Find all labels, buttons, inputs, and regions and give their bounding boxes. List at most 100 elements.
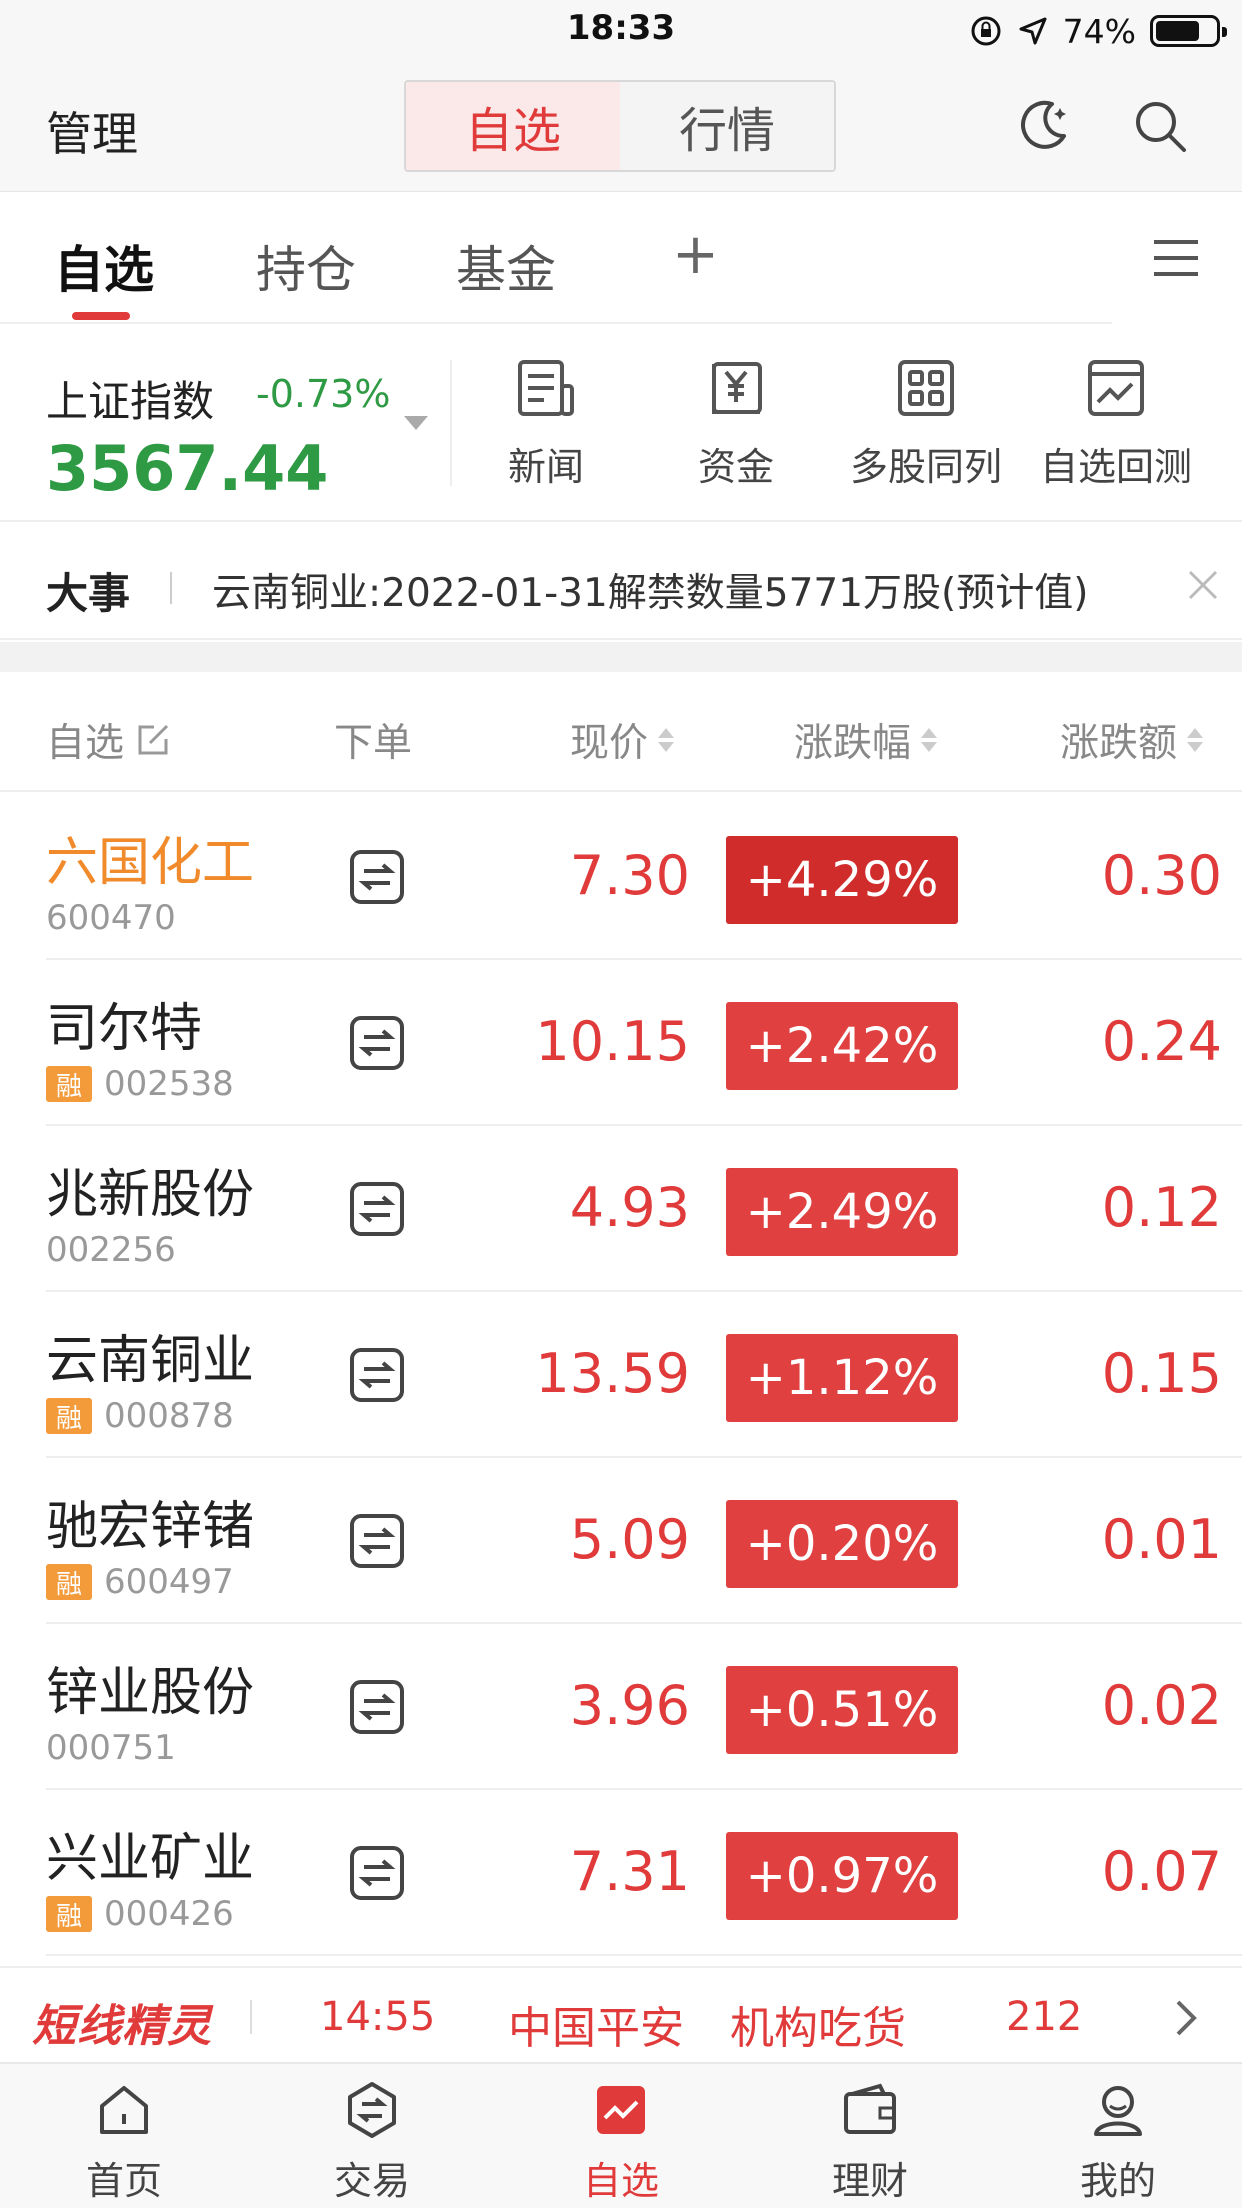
stock-code: 000751 [46, 1728, 176, 1768]
change-pct-badge[interactable]: +1.12% [726, 1334, 958, 1422]
home-icon [100, 2086, 148, 2134]
nav-wealth[interactable]: 理财 [770, 2080, 970, 2205]
table-row[interactable]: 兆新股份 002256 4.93 +2.49% 0.12 [0, 1126, 1242, 1292]
table-row[interactable]: 云南铜业 融 000878 13.59 +1.12% 0.15 [0, 1292, 1242, 1458]
order-icon[interactable] [348, 1346, 406, 1404]
change-pct-badge[interactable]: +2.42% [726, 1002, 958, 1090]
table-row[interactable]: 六国化工 600470 7.30 +4.29% 0.30 [0, 794, 1242, 960]
status-bar: 18:33 74% [0, 0, 1242, 62]
user-icon [1094, 2086, 1142, 2136]
change-amount: 0.15 [1101, 1342, 1222, 1405]
manage-button[interactable]: 管理 [46, 98, 138, 164]
order-icon[interactable] [348, 1512, 406, 1570]
ticker-action: 机构吃货 [730, 2003, 906, 2054]
stock-code: 002538 [104, 1064, 234, 1104]
change-pct-badge[interactable]: +2.49% [726, 1168, 958, 1256]
seg-watchlist[interactable]: 自选 [406, 82, 622, 170]
stock-price: 7.31 [569, 1840, 690, 1903]
menu-icon[interactable] [1152, 236, 1200, 280]
change-pct-badge[interactable]: +4.29% [726, 836, 958, 924]
events-bar[interactable]: 大事 云南铜业:2022-01-31解禁数量5771万股(预计值) [0, 524, 1242, 640]
row-divider [46, 1954, 1242, 1956]
nav-mine[interactable]: 我的 [1018, 2080, 1218, 2205]
stock-code-wrap: 600470 [46, 898, 176, 938]
close-icon[interactable] [1186, 568, 1220, 602]
stock-name: 锌业股份 [46, 1663, 255, 1723]
table-row[interactable]: 兴业矿业 融 000426 7.31 +0.97% 0.07 [0, 1790, 1242, 1956]
events-divider [170, 572, 172, 604]
table-header: 自选 下单 现价 涨跌幅 涨跌额 [0, 672, 1242, 792]
night-mode-icon[interactable] [1012, 96, 1072, 156]
tool-news[interactable]: 新闻 [456, 356, 636, 506]
margin-badge: 融 [46, 1066, 92, 1102]
stock-name: 兆新股份 [46, 1165, 255, 1225]
stock-code-wrap: 融 600497 [46, 1562, 234, 1602]
tool-backtest[interactable]: 自选回测 [1026, 356, 1206, 506]
index-divider [450, 360, 452, 486]
index-dropdown-icon[interactable] [404, 416, 428, 430]
sort-icon [658, 728, 675, 752]
tab-funds[interactable]: 基金 [456, 230, 556, 302]
table-row[interactable]: 司尔特 融 002538 10.15 +2.42% 0.24 [0, 960, 1242, 1126]
section-gap [0, 642, 1242, 672]
status-indicators: 74% [969, 10, 1227, 52]
tab-watchlist[interactable]: 自选 [54, 230, 154, 302]
col-change-amount[interactable]: 涨跌额 [1060, 712, 1204, 768]
stock-name: 司尔特 [46, 999, 203, 1059]
stock-code-wrap: 融 000426 [46, 1894, 234, 1934]
tab-add[interactable]: + [672, 222, 719, 287]
events-text[interactable]: 云南铜业:2022-01-31解禁数量5771万股(预计值) [212, 562, 1088, 618]
stock-name: 驰宏锌锗 [46, 1497, 255, 1557]
sub-tabs: 自选 持仓 基金 + [0, 192, 1242, 324]
nav-home[interactable]: 首页 [24, 2080, 224, 2205]
order-icon[interactable] [348, 848, 406, 906]
index-name[interactable]: 上证指数 [46, 368, 214, 429]
stock-price: 7.30 [569, 844, 690, 907]
col-change-pct[interactable]: 涨跌幅 [794, 712, 938, 768]
order-icon[interactable] [348, 1678, 406, 1736]
change-pct-badge[interactable]: +0.51% [726, 1666, 958, 1754]
change-amount: 0.02 [1101, 1674, 1222, 1737]
nav-watchlist[interactable]: 自选 [521, 2080, 721, 2205]
tab-holdings[interactable]: 持仓 [256, 230, 356, 302]
stock-name: 兴业矿业 [46, 1829, 255, 1889]
stock-price: 13.59 [535, 1342, 690, 1405]
table-row[interactable]: 锌业股份 000751 3.96 +0.51% 0.02 [0, 1624, 1242, 1790]
change-amount: 0.12 [1101, 1176, 1222, 1239]
change-pct-badge[interactable]: +0.97% [726, 1832, 958, 1920]
battery-icon [1150, 15, 1227, 47]
tab-active-indicator [72, 312, 130, 320]
location-icon [1019, 17, 1047, 45]
col-price[interactable]: 现价 [570, 712, 675, 768]
stock-code: 600470 [46, 898, 176, 938]
stock-code: 000878 [104, 1396, 234, 1436]
table-row[interactable]: 驰宏锌锗 融 600497 5.09 +0.20% 0.01 [0, 1458, 1242, 1624]
stock-price: 5.09 [569, 1508, 690, 1571]
stock-price: 3.96 [569, 1674, 690, 1737]
change-amount: 0.24 [1101, 1010, 1222, 1073]
order-icon[interactable] [348, 1180, 406, 1238]
order-icon[interactable] [348, 1014, 406, 1072]
battery-percent: 74% [1062, 11, 1136, 51]
tool-funds-flow[interactable]: 资金 [646, 356, 826, 506]
change-pct-badge[interactable]: +0.20% [726, 1500, 958, 1588]
edit-icon[interactable] [134, 721, 172, 759]
chevron-right-icon[interactable] [1172, 1998, 1200, 2038]
view-switch: 自选 行情 [404, 80, 836, 172]
stock-code: 002256 [46, 1230, 176, 1270]
margin-badge: 融 [46, 1896, 92, 1932]
index-value: 3567.44 [46, 432, 329, 505]
search-icon[interactable] [1130, 96, 1190, 156]
nav-trade[interactable]: 交易 [272, 2080, 472, 2205]
col-watchlist[interactable]: 自选 [46, 712, 172, 768]
short-term-ticker[interactable]: 短线精灵 14:55 中国平安 机构吃货 212 [0, 1966, 1242, 2062]
watchlist-chart-icon [597, 2086, 645, 2134]
ticker-logo: 短线精灵 [32, 2001, 212, 2052]
tool-multi-stock[interactable]: 多股同列 [836, 356, 1016, 506]
order-icon[interactable] [348, 1844, 406, 1902]
ticker-number: 212 [1006, 1994, 1083, 2040]
seg-market[interactable]: 行情 [620, 82, 834, 170]
bottom-nav: 首页 交易 自选 理财 我的 [0, 2062, 1242, 2208]
col-order: 下单 [334, 721, 413, 766]
margin-badge: 融 [46, 1398, 92, 1434]
